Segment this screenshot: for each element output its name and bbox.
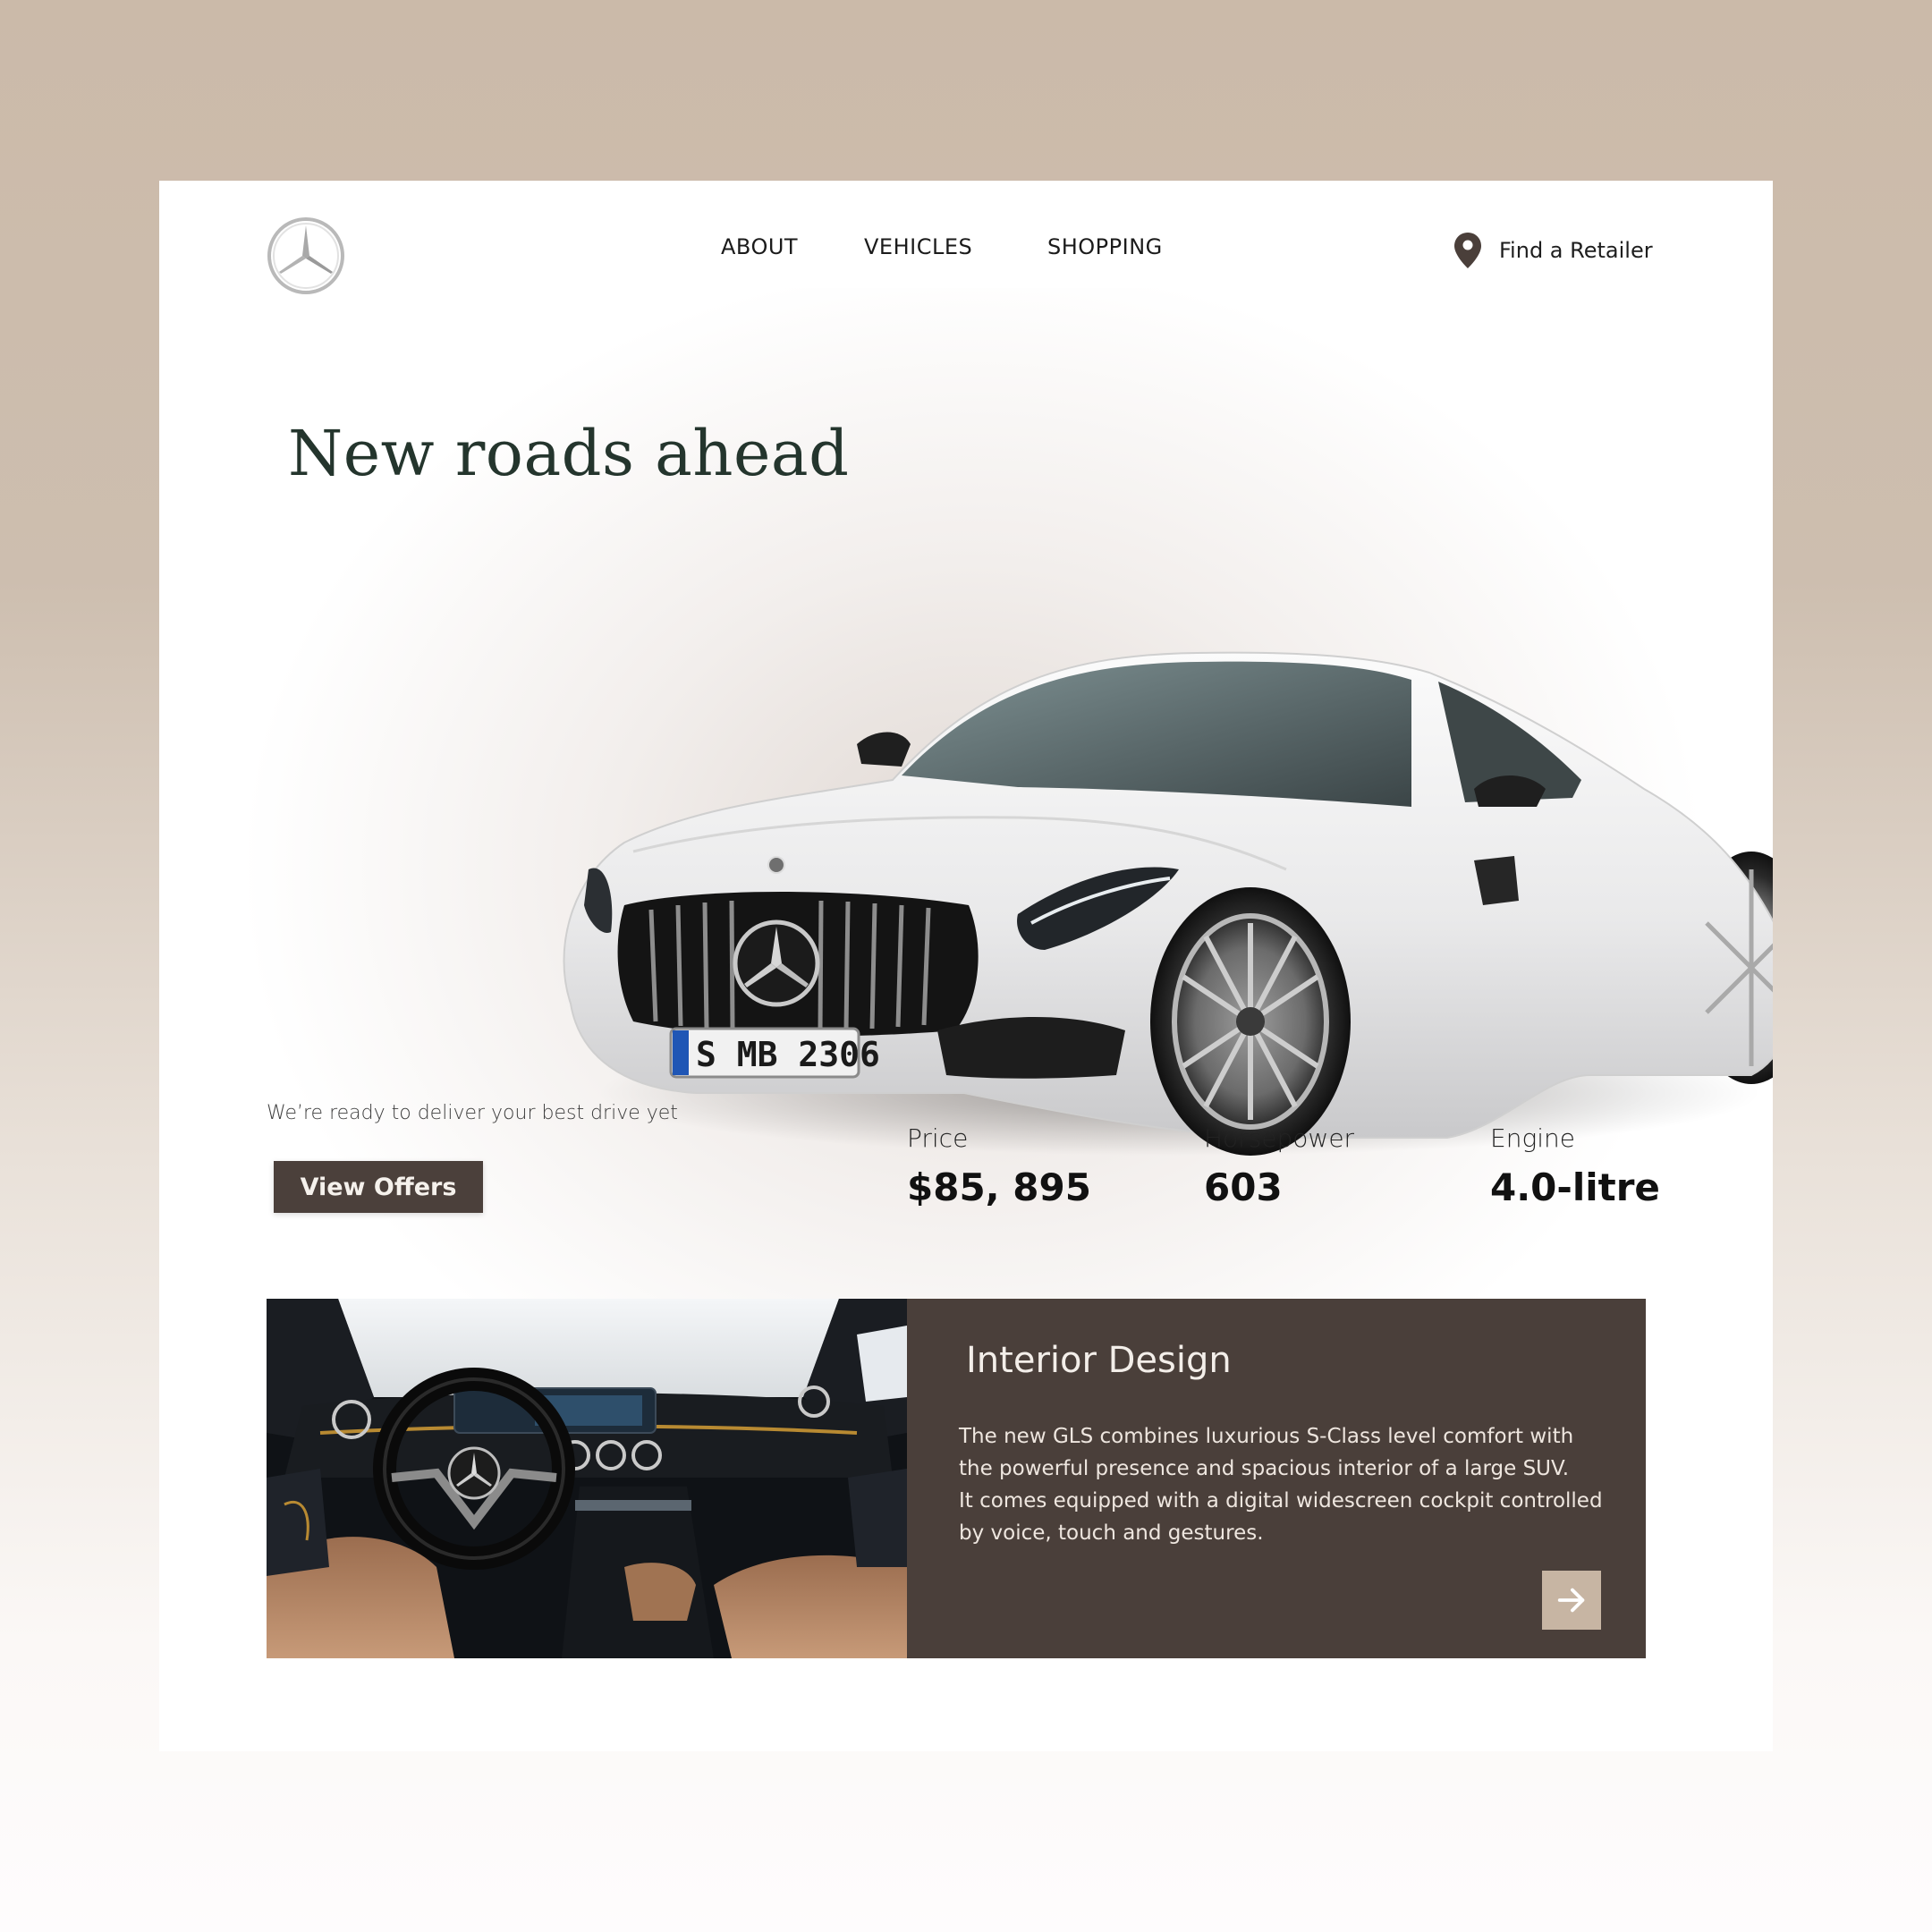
spec-value: $85, 895	[907, 1165, 1091, 1209]
spec-label: Horsepower	[1204, 1123, 1355, 1153]
find-retailer-label: Find a Retailer	[1499, 238, 1653, 263]
hero-tagline: We’re ready to deliver your best drive y…	[267, 1102, 678, 1124]
interior-line: the powerful presence and spacious inter…	[959, 1457, 1570, 1480]
interior-description: The new GLS combines luxurious S-Class l…	[959, 1420, 1603, 1549]
interior-line: The new GLS combines luxurious S-Class l…	[959, 1425, 1574, 1448]
find-retailer-link[interactable]: Find a Retailer	[1453, 231, 1653, 270]
spec-label: Price	[907, 1123, 969, 1153]
spec-value: 4.0-litre	[1490, 1165, 1660, 1209]
nav-vehicles[interactable]: VEHICLES	[864, 234, 972, 259]
nav-shopping[interactable]: SHOPPING	[1047, 234, 1163, 259]
location-pin-icon	[1454, 233, 1481, 268]
hero-car-image: S MB 2306	[517, 449, 1773, 1165]
view-offers-button[interactable]: View Offers	[274, 1161, 483, 1213]
interior-title: Interior Design	[966, 1340, 1232, 1381]
spec-engine: Engine 4.0-litre	[1490, 1123, 1660, 1209]
interior-line: by voice, touch and gestures.	[959, 1521, 1264, 1545]
nav-about[interactable]: ABOUT	[721, 234, 798, 259]
license-plate-text: S MB 2306	[696, 1035, 880, 1074]
landing-card: ABOUT VEHICLES SHOPPING Find a Retailer …	[159, 181, 1773, 1751]
spec-price: Price $85, 895	[907, 1123, 1091, 1209]
interior-image	[267, 1299, 907, 1658]
interior-panel: Interior Design The new GLS combines lux…	[907, 1299, 1646, 1658]
spec-label: Engine	[1490, 1123, 1575, 1153]
spec-value: 603	[1204, 1165, 1283, 1209]
arrow-right-icon	[1557, 1588, 1585, 1613]
spec-horsepower: Horsepower 603	[1204, 1123, 1354, 1209]
interior-next-button[interactable]	[1542, 1571, 1601, 1630]
interior-line: It comes equipped with a digital widescr…	[959, 1489, 1603, 1513]
